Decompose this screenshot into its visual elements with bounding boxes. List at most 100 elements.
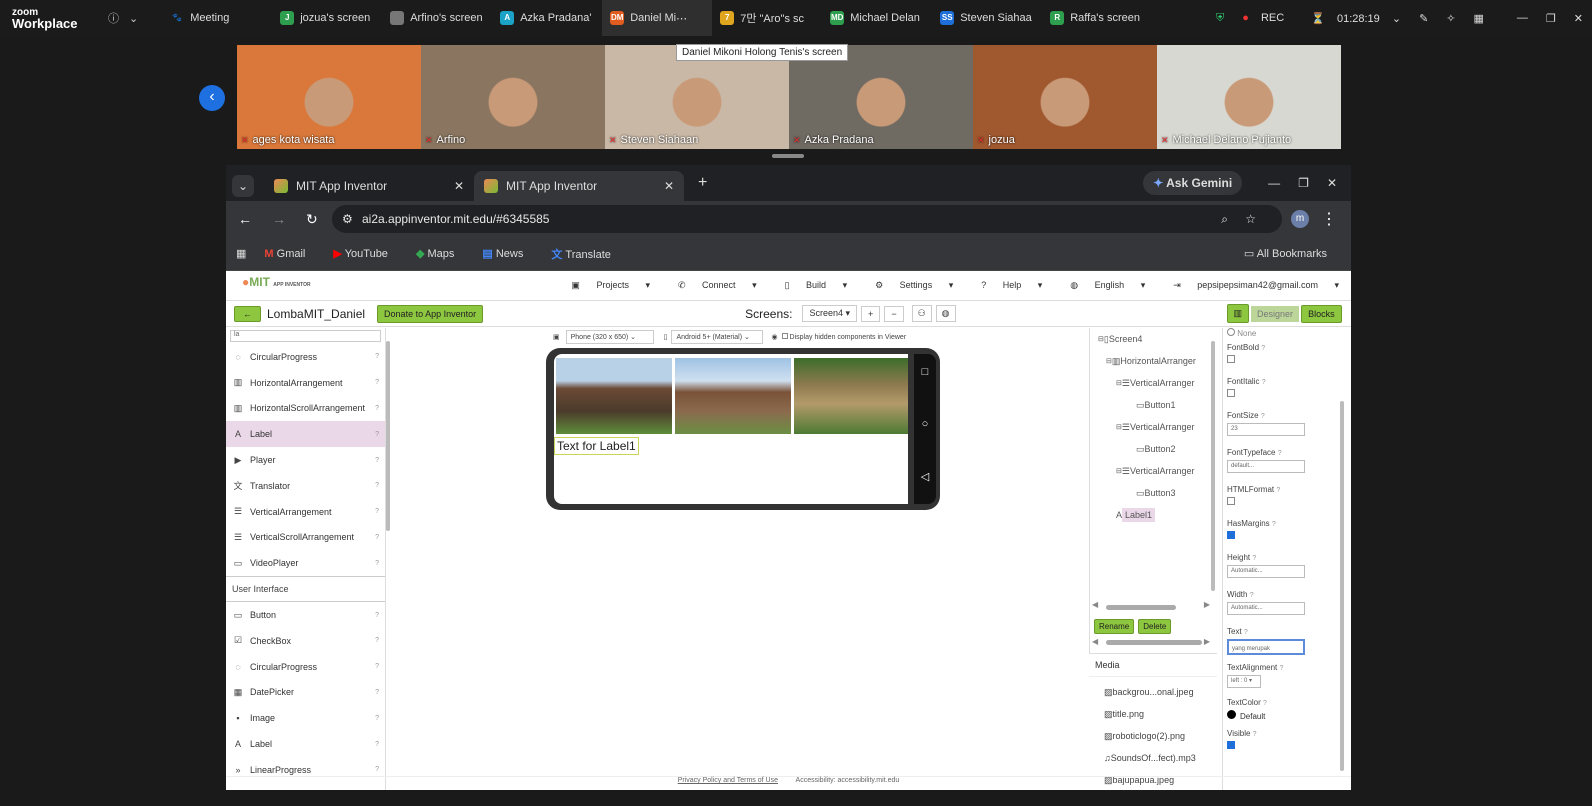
fontitalic-checkbox[interactable] — [1227, 389, 1235, 397]
help-icon[interactable]: ? — [1261, 345, 1265, 352]
menu-item[interactable]: ✆ Connect ▾ — [664, 280, 757, 291]
timer[interactable]: ⏳ 01:28:19 ⌄ — [1311, 12, 1401, 25]
rec-indicator[interactable]: ● REC — [1242, 12, 1293, 24]
bookmark-youtube[interactable]: ▶ YouTube — [333, 247, 402, 260]
shield-icon[interactable]: ⛨ — [1216, 12, 1224, 25]
props-scrollbar[interactable] — [1340, 401, 1344, 771]
tree-node[interactable]: ⊟ ☰ VerticalArranger — [1090, 416, 1217, 438]
more-icon[interactable]: ⋯ — [676, 12, 687, 25]
help-icon[interactable]: ? — [375, 379, 379, 386]
palette-item[interactable]: A Label? — [226, 731, 385, 757]
textcolor-picker[interactable]: Default — [1227, 710, 1344, 721]
help-icon[interactable]: ? — [375, 560, 379, 567]
media-item[interactable]: ♫ SoundsOf...fect).mp3 — [1089, 747, 1217, 769]
zoom-tab[interactable]: SS Steven Siahaa — [932, 0, 1042, 36]
participant-video[interactable]: Michael Delano Pujianto — [1157, 45, 1341, 149]
donate-button[interactable]: Donate to App Inventor — [377, 304, 484, 323]
help-icon[interactable]: ? — [1262, 379, 1266, 386]
new-tab-icon[interactable]: + — [698, 174, 707, 192]
help-icon[interactable]: ? — [375, 508, 379, 515]
bookmark-gmail[interactable]: M Gmail — [264, 248, 319, 260]
privacy-link[interactable]: Privacy Policy and Terms of Use — [678, 777, 778, 784]
theme-select[interactable]: Android 5+ (Material) ⌄ — [671, 330, 764, 344]
ask-gemini-button[interactable]: ✦ Ask Gemini — [1143, 171, 1243, 195]
tab-search-icon[interactable]: ⌄ — [232, 175, 254, 197]
participant-video[interactable]: ages kota wisata — [237, 45, 421, 149]
help-icon[interactable]: ? — [375, 766, 379, 773]
image-rumah-1[interactable] — [556, 358, 672, 434]
help-icon[interactable]: ? — [375, 715, 379, 722]
palette-item[interactable]: ▥ HorizontalScrollArrangement? — [226, 396, 385, 422]
palette-search[interactable]: la — [230, 330, 381, 342]
help-icon[interactable]: ? — [1244, 629, 1248, 636]
media-item[interactable]: ▨ backgrou...onal.jpeg — [1089, 681, 1217, 703]
help-icon[interactable]: ? — [1278, 450, 1282, 457]
star-icon[interactable]: ☆ — [1245, 212, 1256, 226]
zoom-tab[interactable]: Jjozua's screen — [272, 0, 382, 36]
tree-node[interactable]: ⊟ ▯ Screen4 — [1090, 328, 1217, 350]
help-icon[interactable]: ? — [375, 405, 379, 412]
tree-node[interactable]: ⊟ ☰ VerticalArranger — [1090, 372, 1217, 394]
checkpoint-icon[interactable]: ⚇ — [911, 305, 932, 322]
browser-tab-1[interactable]: MIT App Inventor ✕ — [264, 171, 474, 201]
tree-node[interactable]: ▭ Button1 — [1090, 394, 1217, 416]
back-nav-icon[interactable]: ◁ — [914, 470, 936, 483]
square-nav-icon[interactable]: □ — [914, 366, 936, 378]
blocks-button[interactable]: Blocks — [1301, 304, 1342, 323]
zoom-tab[interactable]: Arfino's screen — [382, 0, 492, 36]
width-input[interactable]: Automatic... — [1227, 602, 1305, 615]
bookmark-translate[interactable]: 文 Translate — [551, 246, 625, 262]
menu-item[interactable]: ? Help ▾ — [967, 280, 1042, 291]
info-icon[interactable]: ⓘ — [108, 10, 119, 26]
tree-scrollbar[interactable] — [1211, 341, 1215, 591]
tree-node[interactable]: ▭ Button3 — [1090, 482, 1217, 504]
help-icon[interactable]: ? — [1276, 487, 1280, 494]
visible-checkbox[interactable] — [1227, 741, 1235, 749]
image-rumah-3[interactable] — [794, 358, 908, 434]
close-tab-icon[interactable]: ✕ — [664, 179, 674, 193]
profile-avatar[interactable]: m — [1291, 210, 1309, 228]
tree-node[interactable]: ⊟ ☰ VerticalArranger — [1090, 460, 1217, 482]
tree-node[interactable]: ⊟ ▥ HorizontalArranger — [1090, 350, 1217, 372]
close-tab-icon[interactable]: ✕ — [454, 179, 464, 193]
help-icon[interactable]: ? — [1252, 555, 1256, 562]
fontsize-input[interactable]: 23 — [1227, 423, 1305, 436]
palette-item[interactable]: ☰ VerticalArrangement? — [226, 499, 385, 525]
menu-item[interactable]: ▯ Build ▾ — [771, 280, 848, 291]
help-icon[interactable]: ? — [1272, 521, 1276, 528]
label1[interactable]: Text for Label1 — [554, 437, 639, 455]
participant-video[interactable]: Arfino — [421, 45, 605, 149]
media-item[interactable]: ▨ roboticlogo(2).png — [1089, 725, 1217, 747]
help-icon[interactable]: ? — [375, 534, 379, 541]
help-icon[interactable]: ? — [375, 457, 379, 464]
close-icon[interactable]: ✕ — [1574, 12, 1583, 25]
sparkle-icon[interactable]: ✧ — [1446, 12, 1455, 25]
help-icon[interactable]: ? — [375, 612, 379, 619]
menu-item[interactable]: ◍ English ▾ — [1056, 280, 1145, 291]
minimize-icon[interactable]: — — [1517, 12, 1528, 24]
zoom-tab[interactable]: DM Daniel Mi ⋯ — [602, 0, 713, 36]
help-icon[interactable]: ? — [375, 689, 379, 696]
zoom-tab[interactable]: R Raffa's screen — [1042, 0, 1152, 36]
preview-icon[interactable]: ▣ — [553, 333, 560, 341]
alignment-select[interactable]: left : 0 ▾ — [1227, 675, 1261, 688]
site-info-icon[interactable]: ⚙ — [342, 212, 353, 226]
help-icon[interactable]: ? — [375, 353, 379, 360]
all-bookmarks[interactable]: ▭ All Bookmarks — [1244, 247, 1341, 260]
circle-nav-icon[interactable]: ○ — [914, 418, 936, 430]
chevron-left-icon[interactable]: ‹ — [199, 85, 225, 111]
help-icon[interactable]: ? — [1250, 592, 1254, 599]
palette-item[interactable]: ☰ VerticalScrollArrangement? — [226, 525, 385, 551]
menu-item[interactable]: ⇥ pepsipepsiman42@gmail.com ▾ — [1159, 280, 1339, 291]
zoom-tab[interactable]: 7 7만 "Aro"s sc — [712, 0, 822, 36]
restore-icon[interactable]: ❐ — [1298, 176, 1309, 190]
media-item[interactable]: ▨ title.png — [1089, 703, 1217, 725]
margins-checkbox[interactable] — [1227, 531, 1235, 539]
palette-item[interactable]: ☑ CheckBox? — [226, 628, 385, 654]
phone-icon[interactable]: ▯ — [664, 333, 668, 341]
zoom-icon[interactable]: ⌕ — [1221, 212, 1228, 227]
minimize-icon[interactable]: — — [1268, 176, 1280, 190]
menu-item[interactable]: ▣ Projects ▾ — [557, 280, 650, 291]
help-icon[interactable]: ? — [375, 637, 379, 644]
help-icon[interactable]: ? — [375, 741, 379, 748]
